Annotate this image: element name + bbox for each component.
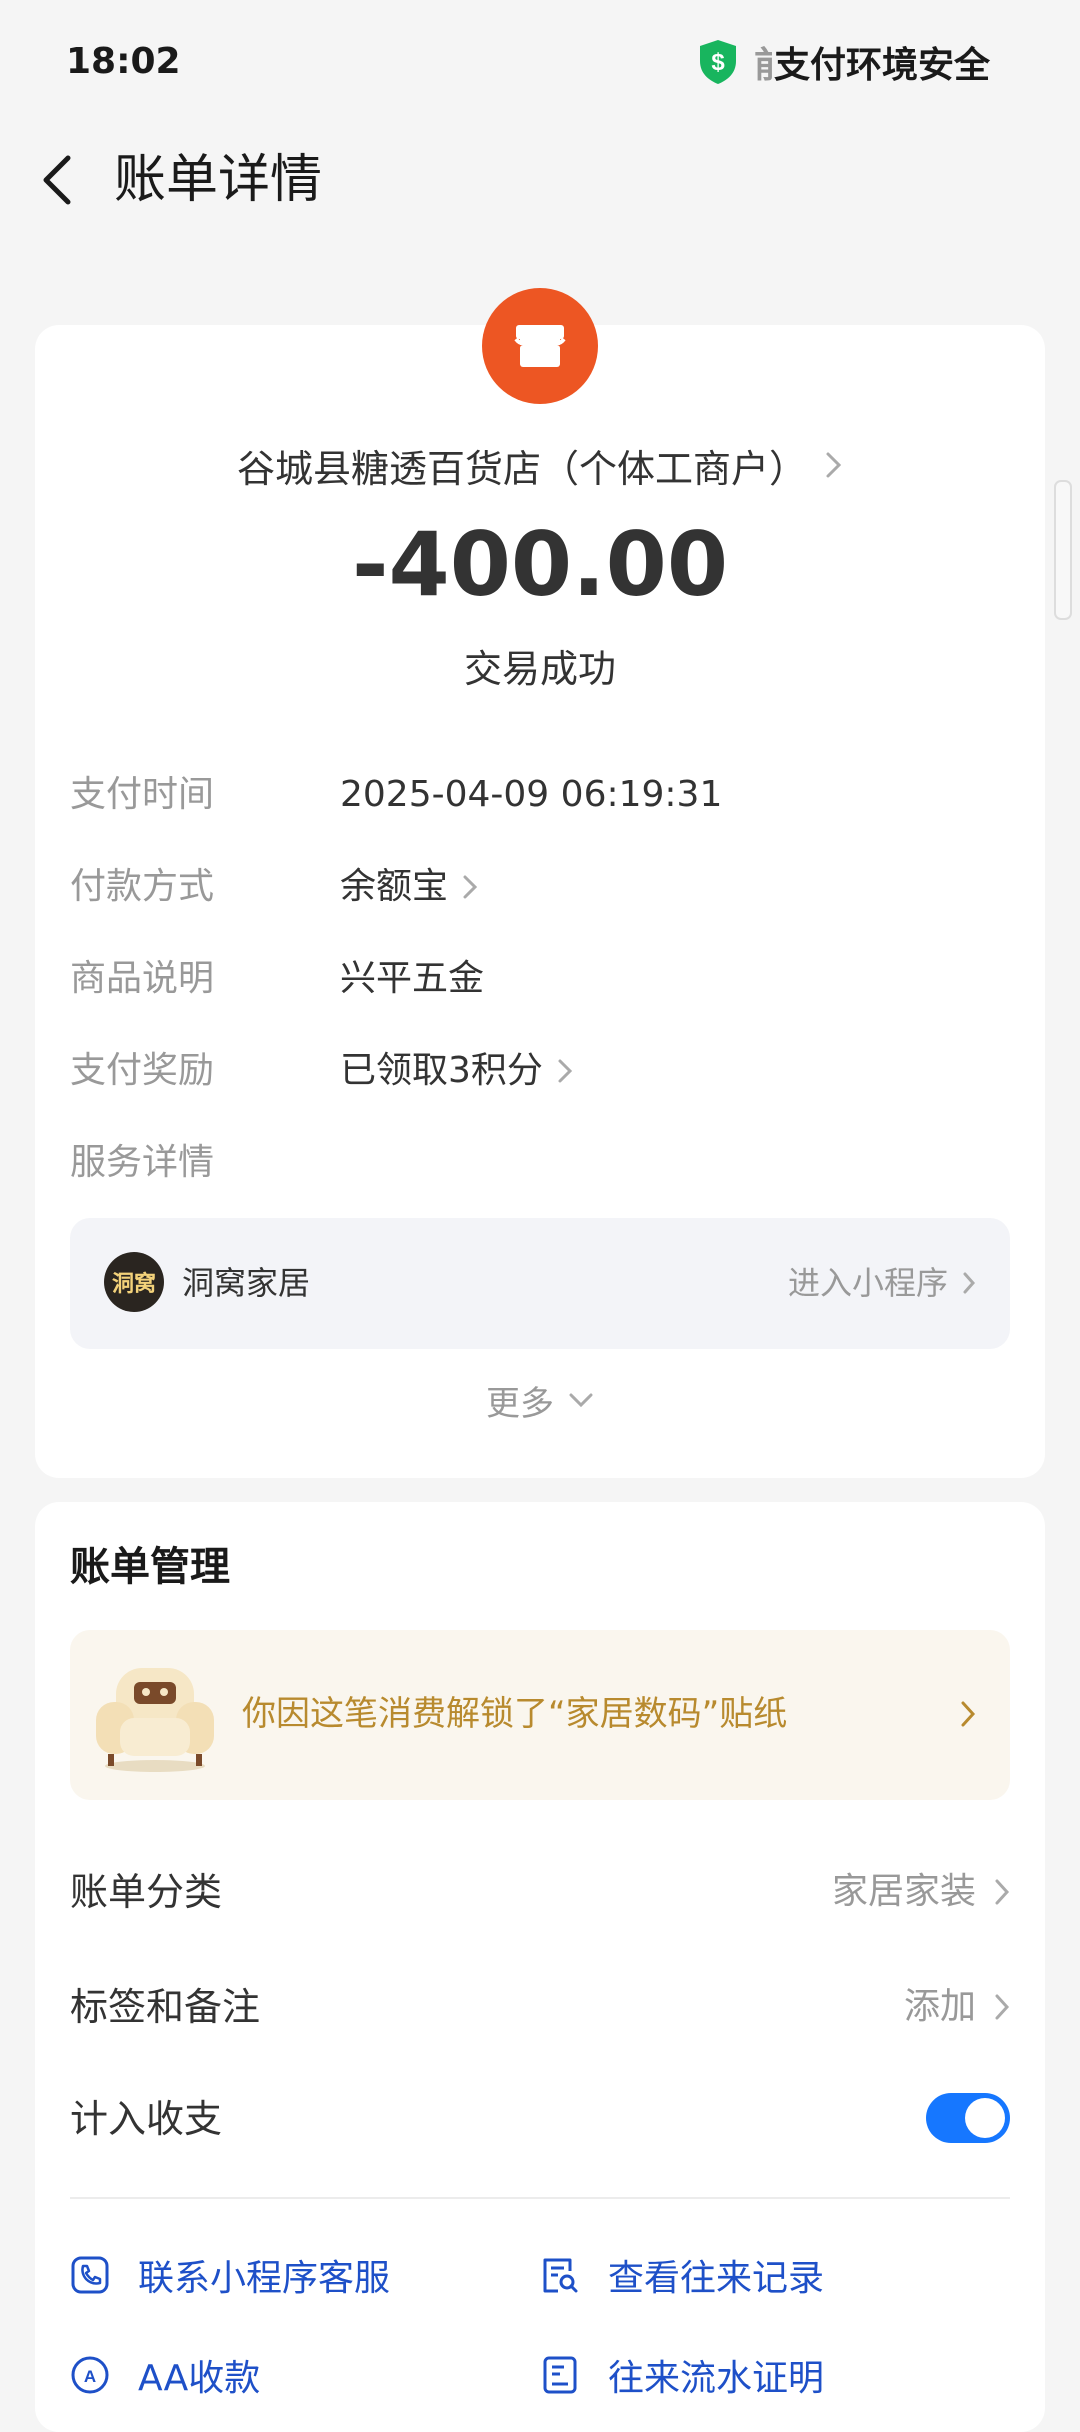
bill-detail-card: 谷城县糖透百货店（个体工商户） -400.00 交易成功 支付时间 2025-0…: [35, 288, 1045, 1478]
chevron-right-icon: [963, 1272, 976, 1294]
reward-value[interactable]: 已领取3积分: [340, 1046, 573, 1096]
sofa-sticker-icon: [96, 1668, 214, 1772]
tags-notes-label: 标签和备注: [70, 1985, 261, 2029]
sticker-banner[interactable]: 你因这笔消费解锁了“家居数码”贴纸: [70, 1630, 1010, 1800]
bill-category-label: 账单分类: [70, 1870, 223, 1914]
merchant-link[interactable]: 谷城县糖透百货店（个体工商户）: [35, 435, 1045, 495]
contact-service-button[interactable]: 联系小程序客服: [70, 2245, 390, 2305]
records-search-icon: [543, 2258, 578, 2293]
chevron-down-icon: [569, 1393, 593, 1408]
chevron-right-icon: [558, 1059, 573, 1083]
section-title: 账单管理: [70, 1544, 230, 1590]
merchant-logo: [482, 288, 598, 404]
status-bar: 18:02 $ 前 支付环境安全: [0, 0, 1080, 120]
pay-method-label: 付款方式: [70, 866, 215, 907]
bill-category-row[interactable]: 账单分类 家居家装: [70, 1862, 1010, 1922]
nav-bar: 账单详情: [0, 130, 1080, 230]
reward-label: 支付奖励: [70, 1050, 215, 1091]
security-indicator: $ 前 支付环境安全: [698, 36, 990, 88]
chevron-right-icon: [826, 452, 842, 478]
tags-notes-row[interactable]: 标签和备注 添加: [70, 1977, 1010, 2037]
sticker-text: 你因这笔消费解锁了“家居数码”贴纸: [242, 1694, 788, 1734]
contact-service-label: 联系小程序客服: [138, 2258, 391, 2299]
bill-category-text: 家居家装: [831, 1871, 976, 1912]
aa-collect-label: AA收款: [138, 2358, 261, 2399]
service-details-label: 服务详情: [70, 1142, 215, 1183]
page-title: 账单详情: [114, 150, 323, 210]
bill-management-card: 账单管理 你因这笔消费解锁了“家居数码”贴纸 账单分类 家居家装 标签和备注 添…: [35, 1502, 1045, 2432]
reward-text: 已领取3积分: [340, 1050, 543, 1091]
statement-proof-button[interactable]: 往来流水证明: [540, 2345, 824, 2405]
statement-proof-label: 往来流水证明: [608, 2358, 825, 2399]
more-label: 更多: [486, 1383, 554, 1424]
enter-mini-program-link[interactable]: 进入小程序: [788, 1258, 976, 1308]
mini-program-card[interactable]: 洞窝 洞窝家居 进入小程序: [70, 1218, 1010, 1349]
mini-program-name: 洞窝家居: [182, 1264, 311, 1302]
enter-mini-program-text: 进入小程序: [787, 1264, 948, 1302]
pay-time-value: 2025-04-09 06:19:31: [340, 770, 722, 820]
svg-text:A: A: [84, 2367, 96, 2386]
product-label: 商品说明: [70, 958, 215, 999]
security-text: 支付环境安全: [773, 45, 990, 86]
scrollbar[interactable]: [1054, 480, 1072, 620]
pay-time-label: 支付时间: [70, 774, 215, 815]
phone-service-icon: [71, 2256, 109, 2294]
add-tag-text: 添加: [903, 1986, 976, 2027]
more-button[interactable]: 更多: [35, 1375, 1045, 1425]
chevron-right-icon: [995, 1994, 1010, 2020]
mini-program-logo: 洞窝: [104, 1252, 164, 1312]
merchant-name: 谷城县糖透百货店（个体工商户）: [236, 446, 807, 491]
trade-status: 交易成功: [463, 647, 616, 691]
divider: [70, 2197, 1010, 2199]
pay-method-value[interactable]: 余额宝: [340, 862, 478, 912]
chevron-right-icon: [995, 1879, 1010, 1905]
status-time: 18:02: [66, 41, 181, 82]
tags-notes-value: 添加: [904, 1977, 1010, 2037]
toggle-knob: [965, 2098, 1005, 2138]
count-in-budget-label: 计入收支: [70, 2097, 223, 2141]
view-records-button[interactable]: 查看往来记录: [540, 2245, 824, 2305]
product-value: 兴平五金: [340, 954, 484, 1004]
count-in-budget-row: 计入收支: [70, 2089, 1010, 2149]
chevron-right-icon: [463, 875, 478, 899]
aa-icon: A: [71, 2356, 109, 2394]
bill-category-value: 家居家装: [832, 1862, 1010, 1922]
shield-icon: $: [699, 40, 736, 84]
document-icon: [543, 2356, 577, 2394]
product-text: 兴平五金: [340, 958, 485, 999]
store-icon: [514, 325, 566, 367]
aa-collect-button[interactable]: A AA收款: [70, 2345, 260, 2405]
back-icon[interactable]: [30, 150, 90, 210]
view-records-label: 查看往来记录: [608, 2258, 825, 2299]
pay-method-text: 余额宝: [340, 866, 449, 907]
pay-time-text: 2025-04-09 06:19:31: [340, 774, 723, 815]
count-in-budget-toggle[interactable]: [926, 2093, 1010, 2143]
amount: -400.00: [351, 513, 729, 616]
chevron-right-icon: [961, 1701, 976, 1727]
security-text-cut: 前: [754, 36, 772, 88]
svg-text:$: $: [711, 49, 725, 76]
